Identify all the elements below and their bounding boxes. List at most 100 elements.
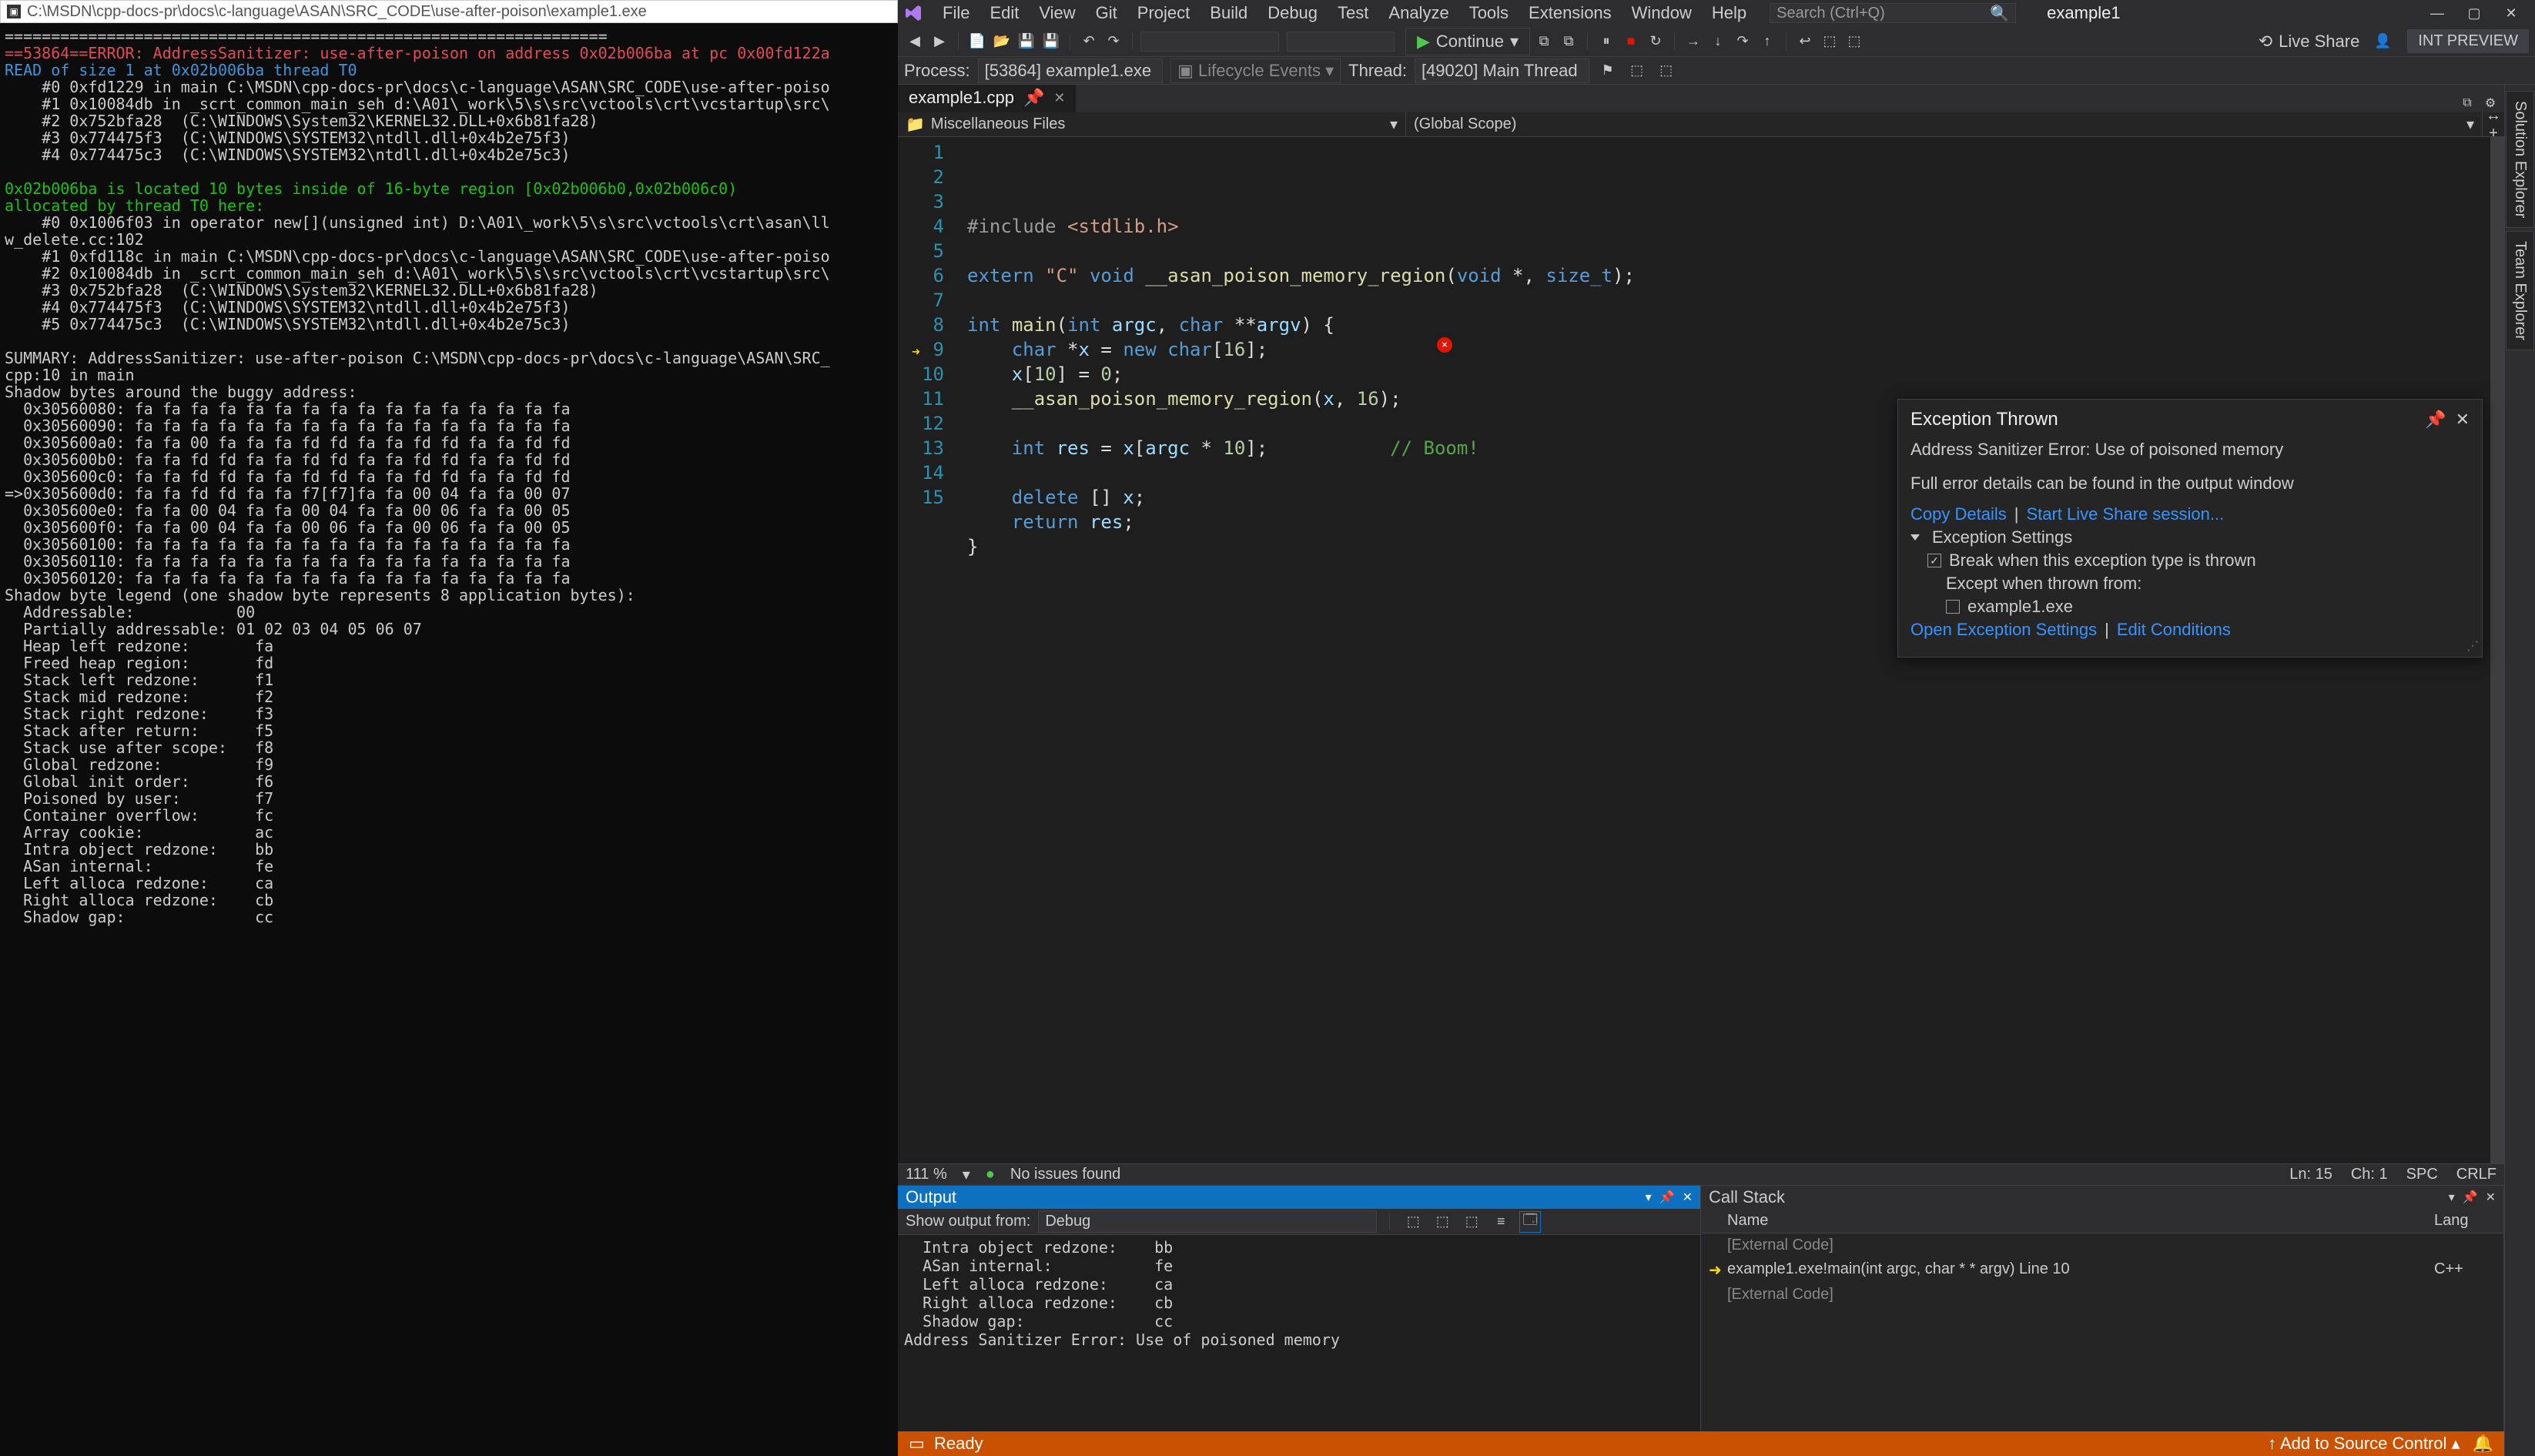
start-liveshare-link[interactable]: Start Live Share session... [2026,504,2224,524]
menu-git[interactable]: Git [1087,0,1127,28]
step-out-button[interactable]: ↑ [1756,31,1778,52]
continue-button[interactable]: ▶ Continue ▾ [1405,28,1530,55]
stack-frame-button-2[interactable]: ⬚ [1656,60,1677,82]
zoom-level[interactable]: 111 % [906,1166,947,1183]
output-btn-2[interactable]: ⬚ [1432,1211,1453,1233]
open-exception-settings-link[interactable]: Open Exception Settings [1910,620,2097,640]
callstack-panel-header[interactable]: Call Stack ▾📌✕ [1701,1186,2503,1209]
close-tab-icon[interactable]: ✕ [1053,90,1065,106]
config-dropdown[interactable] [1140,32,1279,52]
minimize-button[interactable]: — [2419,1,2455,25]
output-btn-3[interactable]: ⬚ [1461,1211,1482,1233]
copy-details-link[interactable]: Copy Details [1910,504,2007,524]
settings-icon[interactable]: ⚙ [2481,94,2500,112]
debug-button-2[interactable]: ⧉ [1558,31,1579,52]
step-into-button[interactable]: ↓ [1707,31,1729,52]
code-editor[interactable]: 123456789101112131415 #include <stdlib.h… [898,137,2504,1163]
spaces-indicator[interactable]: SPC [2406,1166,2438,1183]
save-all-button[interactable]: 💾 [1040,31,1062,52]
output-body[interactable]: Intra object redzone: bb ASan internal: … [898,1235,1700,1431]
scope-dropdown[interactable]: (Global Scope) ▾ [1406,112,2483,137]
misc-button-3[interactable]: ⬚ [1843,31,1865,52]
notifications-icon[interactable]: 🔔 [2473,1434,2493,1454]
stack-row[interactable]: [External Code] [1701,1233,2503,1257]
output-panel-header[interactable]: Output ▾📌✕ [898,1186,1700,1209]
dropdown-icon[interactable]: ▾ [2449,1190,2455,1205]
pin-icon[interactable]: 📌 [2463,1190,2478,1205]
pin-icon[interactable]: 📌 [1023,88,1044,108]
debug-target-button[interactable]: ⧉ [1533,31,1555,52]
output-btn-5[interactable]: 🗔 [1519,1211,1541,1233]
close-icon[interactable]: ✕ [2486,1190,2496,1205]
close-button[interactable]: ✕ [2493,1,2529,25]
break-checkbox[interactable]: ✓ [1927,554,1941,567]
stop-button[interactable]: ■ [1620,31,1642,52]
menu-tools[interactable]: Tools [1460,0,1518,28]
save-button[interactable]: 💾 [1016,31,1037,52]
console-output[interactable]: ========================================… [0,23,898,1456]
crlf-indicator[interactable]: CRLF [2456,1166,2496,1183]
char-indicator[interactable]: Ch: 1 [2351,1166,2388,1183]
pause-button[interactable]: ⏸ [1596,31,1617,52]
show-next-button[interactable]: → [1683,31,1704,52]
menu-analyze[interactable]: Analyze [1379,0,1458,28]
expand-icon[interactable] [1910,534,1920,541]
search-box[interactable]: Search (Ctrl+Q) 🔍 [1770,3,2016,23]
editor-scrollbar[interactable] [2490,137,2504,1163]
issues-text[interactable]: No issues found [1010,1166,1120,1183]
add-source-control-button[interactable]: ↑ Add to Source Control ▴ [2268,1434,2460,1454]
close-popup-icon[interactable]: ✕ [2456,410,2470,430]
step-over-button[interactable]: ↷ [1732,31,1753,52]
menu-project[interactable]: Project [1128,0,1199,28]
menu-window[interactable]: Window [1622,0,1701,28]
maximize-button[interactable]: ▢ [2456,1,2492,25]
exe-checkbox[interactable] [1946,600,1960,614]
new-button[interactable]: 📄 [966,31,988,52]
open-button[interactable]: 📂 [991,31,1013,52]
visual-studio-window: FileEditViewGitProjectBuildDebugTestAnal… [898,0,2535,1456]
liveshare-button[interactable]: ⟲ Live Share [2249,28,2369,55]
solution-explorer-tab[interactable]: Solution Explorer [2506,91,2534,228]
nav-fwd-button[interactable]: ▶ [929,31,950,52]
team-explorer-tab[interactable]: Team Explorer [2506,231,2534,350]
process-dropdown[interactable]: [53864] example1.exe [978,59,1164,83]
misc-button-2[interactable]: ⬚ [1819,31,1840,52]
menu-test[interactable]: Test [1328,0,1378,28]
tab-example1-cpp[interactable]: example1.cpp 📌 ✕ [898,85,1076,112]
output-btn-1[interactable]: ⬚ [1402,1211,1424,1233]
menu-help[interactable]: Help [1703,0,1756,28]
project-dropdown[interactable]: 📁 Miscellaneous Files ▾ [898,112,1406,137]
dropdown-icon[interactable]: ▾ [1646,1190,1652,1205]
menu-extensions[interactable]: Extensions [1519,0,1621,28]
pin-popup-icon[interactable]: 📌 [2425,410,2446,430]
menu-debug[interactable]: Debug [1258,0,1327,28]
resize-grip-icon[interactable]: ⋰ [2466,638,2479,654]
preview-button[interactable]: ⧉ [2458,94,2476,112]
menu-file[interactable]: File [933,0,979,28]
redo-button[interactable]: ↷ [1103,31,1124,52]
thread-dropdown[interactable]: [49020] Main Thread [1415,59,1589,83]
lifecycle-dropdown[interactable]: ▣ Lifecycle Events ▾ [1170,59,1341,83]
feedback-button[interactable]: 👤 [2372,31,2393,52]
pin-icon[interactable]: 📌 [1659,1190,1675,1205]
edit-conditions-link[interactable]: Edit Conditions [2117,620,2231,640]
misc-button-1[interactable]: ↩ [1794,31,1816,52]
restart-button[interactable]: ↻ [1645,31,1666,52]
stack-frame-button[interactable]: ⬚ [1626,60,1648,82]
output-btn-4[interactable]: ≡ [1490,1211,1512,1233]
menu-build[interactable]: Build [1201,0,1257,28]
console-titlebar[interactable]: ▣ C:\MSDN\cpp-docs-pr\docs\c-language\AS… [0,0,898,23]
flag-button[interactable]: ⚑ [1597,60,1619,82]
output-source-dropdown[interactable]: Debug [1038,1210,1377,1233]
error-glyph-icon[interactable]: × [1437,337,1452,353]
close-icon[interactable]: ✕ [1683,1190,1693,1205]
nav-back-button[interactable]: ◀ [904,31,926,52]
undo-button[interactable]: ↶ [1078,31,1100,52]
platform-dropdown[interactable] [1287,32,1395,52]
stack-row[interactable]: ➜example1.exe!main(int argc, char * * ar… [1701,1257,2503,1283]
line-indicator[interactable]: Ln: 15 [2289,1166,2332,1183]
menu-edit[interactable]: Edit [980,0,1028,28]
menu-view[interactable]: View [1030,0,1084,28]
exception-subtext: Full error details can be found in the o… [1910,474,2470,494]
stack-row[interactable]: [External Code] [1701,1283,2503,1307]
